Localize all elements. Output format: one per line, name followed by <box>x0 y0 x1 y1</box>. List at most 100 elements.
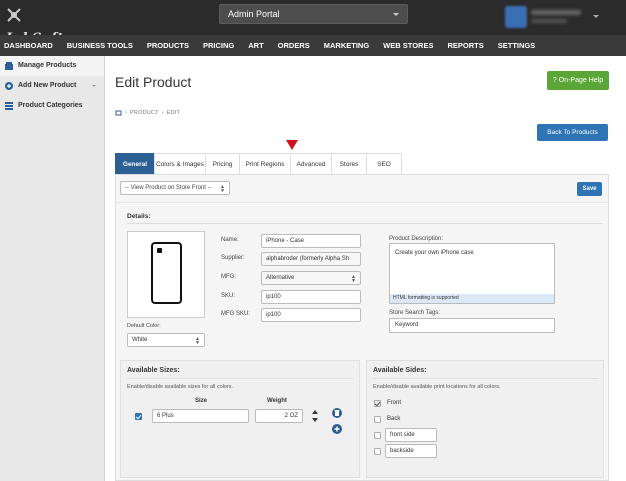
sku-input[interactable]: ip100 <box>261 290 361 304</box>
breadcrumb: › PRODUCT › EDIT <box>115 110 180 116</box>
general-panel: -- View Product on Store Front -- ▲ ▼ Sav… <box>115 174 609 481</box>
panel-toolbar: -- View Product on Store Front -- ▲ ▼ Sav… <box>116 175 608 203</box>
nav-settings[interactable]: SETTINGS <box>491 35 543 56</box>
tab-colors-images[interactable]: Colors & Images <box>154 153 206 174</box>
nav-products[interactable]: PRODUCTS <box>140 35 196 56</box>
divider <box>127 378 353 379</box>
description-textarea[interactable]: Create your own iPhone case HTML formatt… <box>389 243 555 304</box>
mfg-sku-input[interactable]: ip100 <box>261 308 361 322</box>
nav-business-tools[interactable]: BUSINESS TOOLS <box>60 35 140 56</box>
side-back-checkbox[interactable] <box>374 416 381 423</box>
default-color-select[interactable]: White ▲ ▼ <box>127 333 205 347</box>
nav-pricing[interactable]: PRICING <box>196 35 241 56</box>
save-button[interactable]: Save <box>577 182 602 196</box>
top-bar: InkSoft Admin Portal <box>0 0 626 46</box>
chevron-down-icon <box>92 85 96 87</box>
camera-cutout <box>157 248 162 253</box>
supplier-label: Supplier: <box>221 255 245 261</box>
sort-arrows-icon[interactable] <box>311 409 319 423</box>
nav-dashboard[interactable]: DASHBOARD <box>0 35 60 56</box>
side-back-label: Back <box>387 416 401 422</box>
plus-icon <box>334 426 340 432</box>
tab-advanced[interactable]: Advanced <box>290 153 332 174</box>
annotation-arrow <box>286 140 298 150</box>
chevron-down-icon <box>593 15 599 18</box>
size-enabled-checkbox[interactable] <box>135 413 142 420</box>
tab-general[interactable]: General <box>115 153 155 174</box>
side-backside-input[interactable]: backside <box>385 444 437 458</box>
avatar <box>505 6 527 28</box>
view-on-store-select[interactable]: -- View Product on Store Front -- ▲ ▼ <box>120 181 230 195</box>
tags-label: Store Search Tags: <box>389 310 440 316</box>
logo-icon <box>7 8 21 22</box>
sizes-description: Enable/disable available sizes for all c… <box>127 384 234 390</box>
description-hint: HTML formatting is supported <box>390 294 554 303</box>
select-arrows-icon: ▲ ▼ <box>195 336 200 346</box>
plus-circle-icon <box>5 82 13 90</box>
breadcrumb-separator: › <box>125 110 128 116</box>
sidebar-item-manage-products[interactable]: Manage Products <box>0 56 104 76</box>
side-backside-checkbox[interactable] <box>374 448 381 455</box>
breadcrumb-separator: › <box>161 110 164 116</box>
mfg-select[interactable]: Alternative ▲ ▼ <box>261 271 361 285</box>
user-name-redacted <box>531 10 581 15</box>
available-sides-section: Available Sides: Enable/disable availabl… <box>366 360 604 478</box>
default-color-label: Default Color: <box>127 323 161 329</box>
nav-orders[interactable]: ORDERS <box>271 35 317 56</box>
portal-select[interactable]: Admin Portal <box>219 4 408 24</box>
delete-size-button[interactable] <box>332 408 342 418</box>
sides-title: Available Sides: <box>373 367 427 374</box>
weight-input[interactable]: 2 OZ <box>255 409 303 423</box>
sidebar-item-product-categories[interactable]: Product Categories <box>0 96 104 116</box>
side-front-checkbox[interactable] <box>374 400 381 407</box>
logo[interactable]: InkSoft <box>6 6 76 46</box>
nav-web-stores[interactable]: WEB STORES <box>376 35 440 56</box>
user-role-redacted <box>531 19 567 23</box>
on-page-help-button[interactable]: ? On-Page Help <box>547 71 609 90</box>
trash-icon <box>334 410 340 416</box>
tab-stores[interactable]: Stores <box>331 153 367 174</box>
description-value: Create your own iPhone case <box>395 250 474 256</box>
default-color-value: White <box>132 337 148 343</box>
mfg-value: Alternative <box>266 275 295 281</box>
sidebar-item-label: Product Categories <box>18 102 83 109</box>
side-front-side-checkbox[interactable] <box>374 432 381 439</box>
side-front-side-input[interactable]: front side <box>385 428 437 442</box>
main-nav: DASHBOARD BUSINESS TOOLS PRODUCTS PRICIN… <box>0 35 626 56</box>
page-title: Edit Product <box>115 74 192 90</box>
mfg-label: MFG: <box>221 274 236 280</box>
list-icon <box>5 102 13 110</box>
breadcrumb-product[interactable]: PRODUCT <box>130 110 159 116</box>
home-icon[interactable] <box>115 110 122 116</box>
view-on-store-value: -- View Product on Store Front -- <box>125 185 212 191</box>
weight-column-header: Weight <box>267 398 287 404</box>
user-menu[interactable] <box>505 6 605 28</box>
tab-seo[interactable]: SEO <box>366 153 402 174</box>
size-input[interactable]: 6 Plus <box>152 409 249 423</box>
tags-input[interactable]: Keyword <box>389 318 555 333</box>
divider <box>127 223 603 224</box>
nav-marketing[interactable]: MARKETING <box>317 35 376 56</box>
back-to-products-button[interactable]: Back To Products <box>537 124 608 141</box>
tab-print-regions[interactable]: Print Regions <box>239 153 291 174</box>
divider <box>373 378 599 379</box>
supplier-select[interactable]: alphabroder (formerly Alpha Sh <box>261 252 361 266</box>
add-size-button[interactable] <box>332 424 342 434</box>
select-arrows-icon: ▲ ▼ <box>220 184 225 194</box>
description-label: Product Description: <box>389 236 444 242</box>
main-content: Edit Product ? On-Page Help › PRODUCT › … <box>106 56 626 481</box>
available-sizes-section: Available Sizes: Enable/disable availabl… <box>120 360 360 478</box>
supplier-value: alphabroder (formerly Alpha Sh <box>266 256 350 262</box>
name-input[interactable]: iPhone - Case <box>261 234 361 248</box>
sizes-title: Available Sizes: <box>127 367 180 374</box>
nav-reports[interactable]: REPORTS <box>440 35 490 56</box>
nav-art[interactable]: ART <box>241 35 270 56</box>
size-column-header: Size <box>195 398 208 404</box>
sidebar-item-add-new-product[interactable]: Add New Product <box>0 76 104 96</box>
product-image[interactable] <box>127 231 205 318</box>
store-icon <box>5 62 13 70</box>
chevron-down-icon <box>393 13 399 16</box>
tab-pricing[interactable]: Pricing <box>205 153 240 174</box>
sidebar-item-label: Manage Products <box>18 62 77 69</box>
side-front-label: Front <box>387 400 402 406</box>
